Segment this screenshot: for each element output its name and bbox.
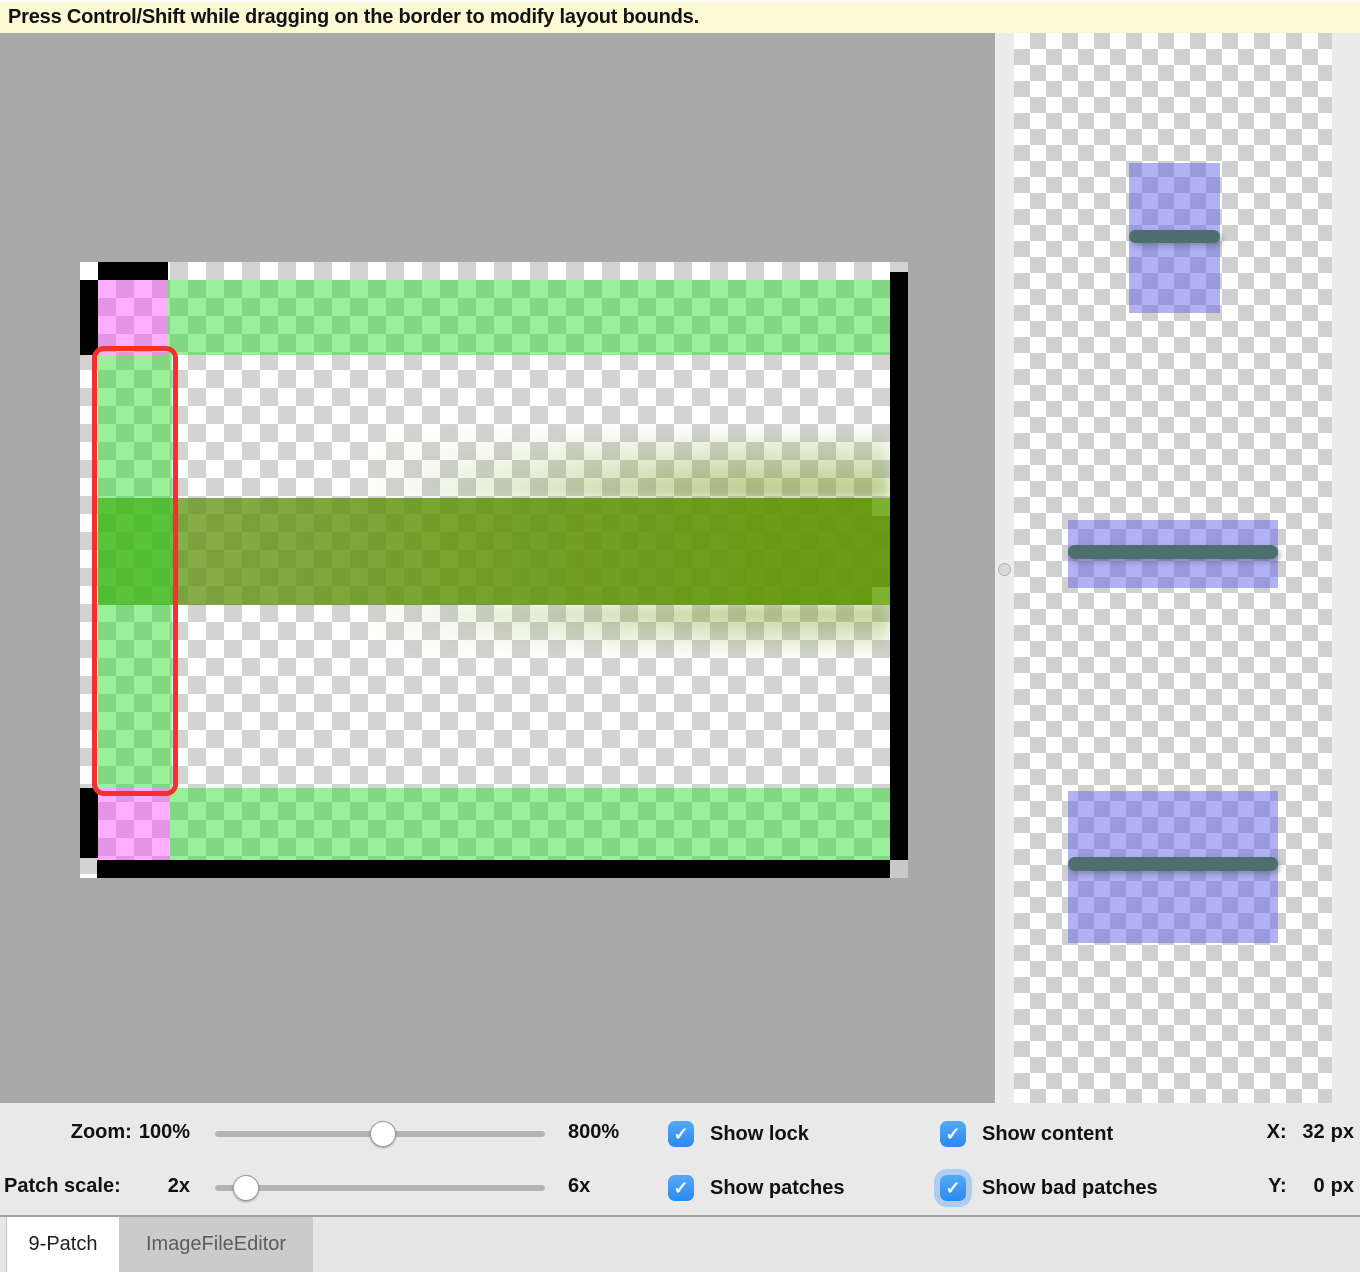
hint-banner: Press Control/Shift while dragging on th…: [0, 0, 1360, 33]
show-patches-label[interactable]: Show patches: [710, 1177, 844, 1200]
checkmark-icon: ✓: [673, 1179, 688, 1197]
checkmark-icon: ✓: [945, 1125, 960, 1143]
show-bad-patches-group[interactable]: ✓ Show bad patches: [940, 1175, 1158, 1201]
nine-patch-image[interactable]: [80, 262, 908, 878]
zoom-label-group: Zoom: 100%: [0, 1121, 190, 1144]
show-lock-checkbox[interactable]: ✓: [668, 1121, 694, 1147]
editor-canvas[interactable]: [0, 33, 995, 1103]
show-lock-group[interactable]: ✓ Show lock: [668, 1121, 809, 1147]
show-bad-patches-label[interactable]: Show bad patches: [982, 1177, 1158, 1200]
border-corner-bottom-right: [890, 860, 908, 878]
cursor-x-unit: px: [1331, 1121, 1354, 1144]
bottom-tab-bar: 9-Patch ImageFileEditor: [0, 1215, 1360, 1272]
patch-scale-slider-thumb[interactable]: [233, 1175, 259, 1201]
bad-patch-outline: [92, 346, 178, 796]
patch-scale-label-group: Patch scale: 2x: [0, 1175, 190, 1198]
show-patches-checkbox[interactable]: ✓: [668, 1175, 694, 1201]
panel-splitter[interactable]: [995, 33, 1014, 1103]
image-stripe-notch-top: [872, 498, 890, 516]
checkmark-icon: ✓: [945, 1179, 960, 1197]
patch-overlay-top: [168, 280, 890, 355]
cursor-y-readout: Y: 0 px: [1250, 1175, 1354, 1198]
zoom-slider[interactable]: [215, 1121, 545, 1147]
preview-stripe: [1068, 857, 1278, 871]
checkmark-icon: ✓: [673, 1125, 688, 1143]
splitter-grip-icon[interactable]: [998, 563, 1011, 576]
show-lock-label[interactable]: Show lock: [710, 1123, 809, 1146]
cursor-x-readout: X: 32 px: [1250, 1121, 1354, 1144]
zoom-label: Zoom:: [71, 1121, 132, 1144]
tab-bar-edge: [0, 1217, 7, 1272]
show-content-checkbox[interactable]: ✓: [940, 1121, 966, 1147]
border-mark-right[interactable]: [890, 272, 908, 860]
preview-stripe: [1129, 230, 1220, 243]
show-content-group[interactable]: ✓ Show content: [940, 1121, 1113, 1147]
patch-scale-slider[interactable]: [215, 1175, 545, 1201]
patch-scale-slider-track[interactable]: [215, 1185, 545, 1191]
preview-item-small: [1129, 163, 1220, 313]
ninepatch-editor-window: Press Control/Shift while dragging on th…: [0, 0, 1360, 1272]
cursor-x-value: 32: [1293, 1121, 1325, 1144]
image-stripe-notch-bottom: [872, 587, 890, 605]
zoom-value: 100%: [139, 1121, 190, 1144]
border-mark-bottom[interactable]: [97, 860, 890, 878]
cursor-y-value: 0: [1293, 1175, 1325, 1198]
cursor-y-unit: px: [1331, 1175, 1354, 1198]
preview-item-wide: [1068, 520, 1278, 588]
border-mark-left-lower[interactable]: [80, 788, 98, 858]
image-stripe: [98, 498, 890, 605]
tab-9patch[interactable]: 9-Patch: [7, 1217, 119, 1272]
preview-panel-edge: [1332, 33, 1360, 1103]
show-content-label[interactable]: Show content: [982, 1123, 1113, 1146]
control-strip: Zoom: 100% 800% ✓ Show lock ✓ Show conte…: [0, 1103, 1360, 1215]
patch-scale-value: 2x: [168, 1175, 190, 1198]
cursor-y-label: Y:: [1268, 1175, 1287, 1198]
show-bad-patches-checkbox[interactable]: ✓: [940, 1175, 966, 1201]
show-patches-group[interactable]: ✓ Show patches: [668, 1175, 844, 1201]
image-stripe-halo-top: [360, 425, 890, 498]
image-stripe-halo-bottom: [360, 605, 890, 657]
preview-item-large: [1068, 791, 1278, 943]
patch-scale-label: Patch scale:: [4, 1175, 121, 1198]
border-mark-left-upper[interactable]: [80, 280, 98, 355]
border-mark-top[interactable]: [98, 262, 168, 280]
content-overlay-top-left: [98, 280, 168, 355]
tab-imagefileeditor[interactable]: ImageFileEditor: [119, 1217, 313, 1272]
patch-overlay-bottom: [170, 788, 890, 860]
preview-panel: [1014, 33, 1332, 1103]
patch-scale-max-label: 6x: [568, 1175, 590, 1198]
zoom-slider-thumb[interactable]: [370, 1121, 396, 1147]
content-overlay-bottom-left: [98, 788, 170, 860]
preview-stripe: [1068, 545, 1278, 559]
zoom-max-label: 800%: [568, 1121, 619, 1144]
cursor-x-label: X:: [1267, 1121, 1287, 1144]
